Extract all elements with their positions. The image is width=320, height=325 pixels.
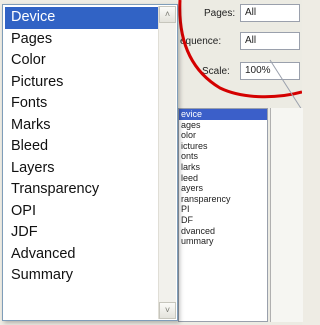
- scroll-up-button[interactable]: ˄: [159, 6, 176, 23]
- dropdown-item-opi[interactable]: OPI: [5, 201, 158, 223]
- scale-value: 100%: [245, 65, 271, 76]
- dropdown-item-bleed[interactable]: Bleed: [5, 136, 158, 158]
- background-list-item: ummary: [181, 236, 214, 247]
- dropdown-item-layers[interactable]: Layers: [5, 158, 158, 180]
- scroll-track[interactable]: [159, 23, 176, 302]
- background-list-item: ages: [181, 119, 201, 130]
- background-list-item: PI: [181, 204, 190, 215]
- scale-label: Scale:: [202, 66, 230, 77]
- category-dropdown-list[interactable]: Device Pages Color Pictures Fonts Marks Bleed L…: [2, 4, 178, 321]
- dropdown-item-advanced[interactable]: Advanced: [5, 244, 158, 266]
- dropdown-item-marks[interactable]: Marks: [5, 115, 158, 137]
- background-list-item: olor: [181, 130, 197, 141]
- pages-select[interactable]: All: [240, 4, 300, 22]
- scroll-down-button[interactable]: ˅: [159, 302, 176, 319]
- scale-input[interactable]: 100%: [240, 62, 300, 80]
- dropdown-item-device[interactable]: Device: [5, 7, 158, 29]
- preview-pane: [270, 108, 303, 322]
- dropdown-scrollbar[interactable]: ˄ ˅: [158, 6, 176, 319]
- background-list-item: larks: [181, 161, 201, 172]
- dropdown-item-summary[interactable]: Summary: [5, 265, 158, 287]
- background-list-item: leed: [181, 172, 199, 183]
- background-list-item: onts: [181, 151, 199, 162]
- sequence-select[interactable]: All: [240, 32, 300, 50]
- background-list-item: dvanced: [181, 225, 216, 236]
- sequence-label: equence:: [180, 36, 222, 47]
- dropdown-item-color[interactable]: Color: [5, 50, 158, 72]
- dropdown-item-jdf[interactable]: JDF: [5, 222, 158, 244]
- background-list-item: DF: [181, 214, 193, 225]
- pages-value: All: [245, 7, 257, 18]
- chevron-up-icon: ˄: [164, 9, 171, 19]
- background-list-item: ictures: [181, 140, 208, 151]
- category-list-background: evice ages olor ictures onts larks leed ayers ra…: [178, 108, 268, 322]
- background-list-item: ayers: [181, 183, 204, 194]
- background-list-item: evice: [179, 109, 267, 120]
- dropdown-item-transparency[interactable]: Transparency: [5, 179, 158, 201]
- dropdown-items: Device Pages Color Pictures Fonts Marks Bleed L…: [5, 7, 158, 287]
- dropdown-item-fonts[interactable]: Fonts: [5, 93, 158, 115]
- background-list-item: ransparency: [181, 193, 231, 204]
- dropdown-item-pages[interactable]: Pages: [5, 29, 158, 51]
- dropdown-item-pictures[interactable]: Pictures: [5, 72, 158, 94]
- chevron-down-icon: ˅: [164, 305, 171, 315]
- sequence-value: All: [245, 35, 257, 46]
- pages-label: Pages:: [204, 8, 236, 19]
